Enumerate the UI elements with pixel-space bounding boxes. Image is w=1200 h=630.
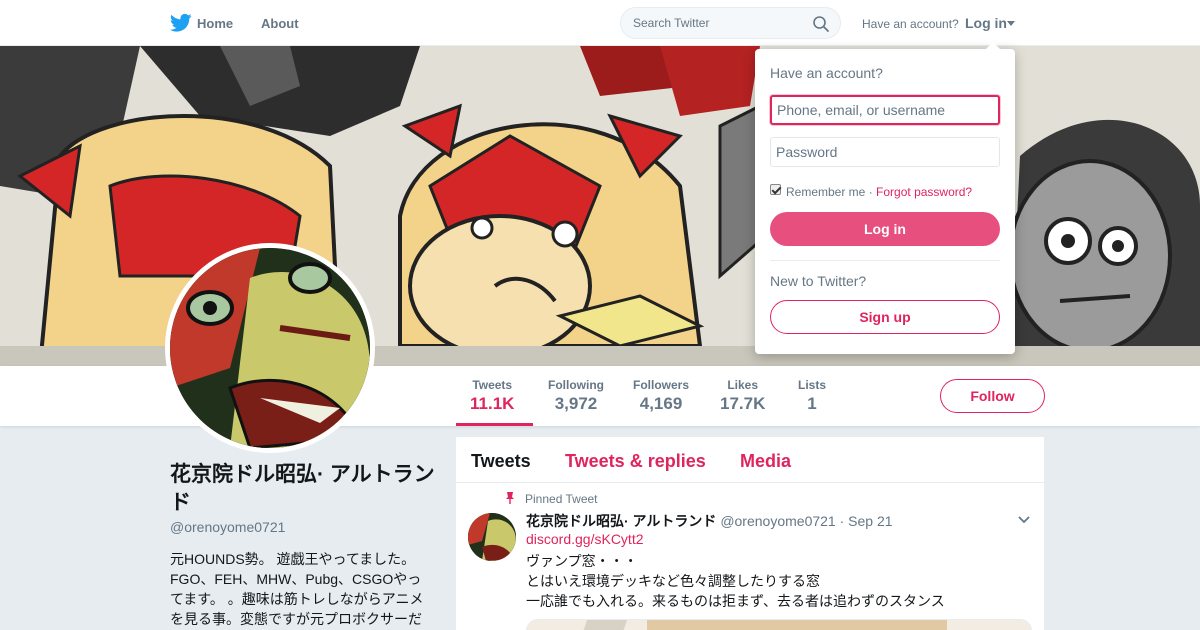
login-button[interactable]: Log in: [770, 212, 1000, 246]
caret-down-icon[interactable]: [1007, 21, 1015, 26]
tweet-avatar[interactable]: [468, 513, 516, 561]
active-stat-underline: [456, 423, 533, 426]
tab-tweets-replies[interactable]: Tweets & replies: [565, 451, 706, 472]
follow-button[interactable]: Follow: [940, 379, 1045, 413]
stat-tweets[interactable]: Tweets 11.1K: [470, 378, 514, 414]
pin-icon: [506, 492, 514, 504]
stat-lists[interactable]: Lists 1: [798, 378, 826, 414]
tweet-text-line: とはいえ環境デッキなど色々調整したりする窓: [526, 573, 820, 589]
tab-tweets[interactable]: Tweets: [471, 451, 531, 472]
remember-me-label[interactable]: Remember me: [786, 185, 865, 199]
timeline-tabs: Tweets Tweets & replies Media: [456, 437, 1044, 483]
dropdown-divider: [770, 260, 1000, 261]
stat-value: 3,972: [554, 394, 598, 413]
login-dropdown-toggle[interactable]: Log in: [965, 15, 1007, 31]
signup-button[interactable]: Sign up: [770, 300, 1000, 334]
tweet-header: 花京院ドル昭弘· アルトランド @orenoyome0721 · Sep 21: [526, 511, 893, 531]
stat-followers[interactable]: Followers 4,169: [633, 378, 689, 414]
stat-label: Likes: [727, 378, 759, 392]
tweet-date[interactable]: Sep 21: [848, 513, 892, 529]
username-field[interactable]: [770, 95, 1000, 125]
tab-media[interactable]: Media: [740, 451, 791, 472]
nav-about-link[interactable]: About: [261, 16, 299, 31]
tweet-author-handle[interactable]: @orenoyome0721: [720, 513, 835, 529]
profile-display-name: 花京院ドル昭弘· アルトランド: [170, 463, 435, 514]
search-placeholder: Search Twitter: [633, 16, 710, 30]
stat-value: 17.7K: [720, 394, 766, 413]
stat-label: Following: [548, 378, 604, 392]
tweet-text-line: ヴァンプ窓・・・: [526, 553, 638, 569]
forgot-password-link[interactable]: Forgot password?: [876, 185, 972, 199]
remember-separator: ·: [868, 185, 873, 199]
tweet-media-preview[interactable]: [526, 619, 1032, 630]
top-nav: Home About Search Twitter Have an accoun…: [0, 0, 1200, 46]
remember-row: Remember me · Forgot password?: [786, 185, 972, 199]
tweet-author-name[interactable]: 花京院ドル昭弘· アルトランド: [526, 513, 716, 529]
nav-home-link[interactable]: Home: [197, 16, 233, 31]
profile-avatar[interactable]: [165, 243, 375, 453]
chevron-down-icon[interactable]: [1018, 516, 1030, 524]
new-to-twitter-text: New to Twitter?: [770, 273, 867, 289]
profile-bio: 元HOUNDS勢。 遊戯王やってました。FGO、FEH、MHW、Pubg、CSG…: [170, 551, 424, 627]
tweet-text-line: 一応誰でも入れる。来るものは拒まず、去る者は追わずのスタンス: [526, 593, 945, 609]
search-icon[interactable]: [812, 15, 830, 33]
stat-label: Lists: [798, 378, 827, 392]
remember-me-checkbox[interactable]: [770, 184, 781, 195]
stat-value: 1: [807, 394, 817, 413]
stat-value: 11.1K: [470, 394, 515, 413]
have-account-text: Have an account?: [862, 17, 959, 31]
stat-label: Tweets: [472, 378, 513, 392]
tweet-separator: ·: [839, 513, 845, 529]
stat-value: 4,169: [639, 394, 683, 413]
password-field[interactable]: [770, 137, 1000, 167]
profile-screen-name[interactable]: @orenoyome0721: [170, 519, 285, 535]
search-input[interactable]: Search Twitter: [620, 7, 841, 39]
dropdown-arrow: [985, 42, 1001, 50]
stat-following[interactable]: Following 3,972: [548, 378, 604, 414]
dropdown-title: Have an account?: [770, 65, 883, 81]
twitter-bird-icon[interactable]: [170, 13, 192, 33]
login-dropdown: Have an account? Remember me · Forgot pa…: [755, 42, 1015, 354]
stat-likes[interactable]: Likes 17.7K: [720, 378, 765, 414]
timeline: Tweets Tweets & replies Media Pinned Twe…: [456, 437, 1044, 630]
pinned-tweet-label: Pinned Tweet: [525, 492, 598, 506]
stat-label: Followers: [633, 378, 690, 392]
tweet-link[interactable]: discord.gg/sKCytt2: [526, 531, 644, 547]
